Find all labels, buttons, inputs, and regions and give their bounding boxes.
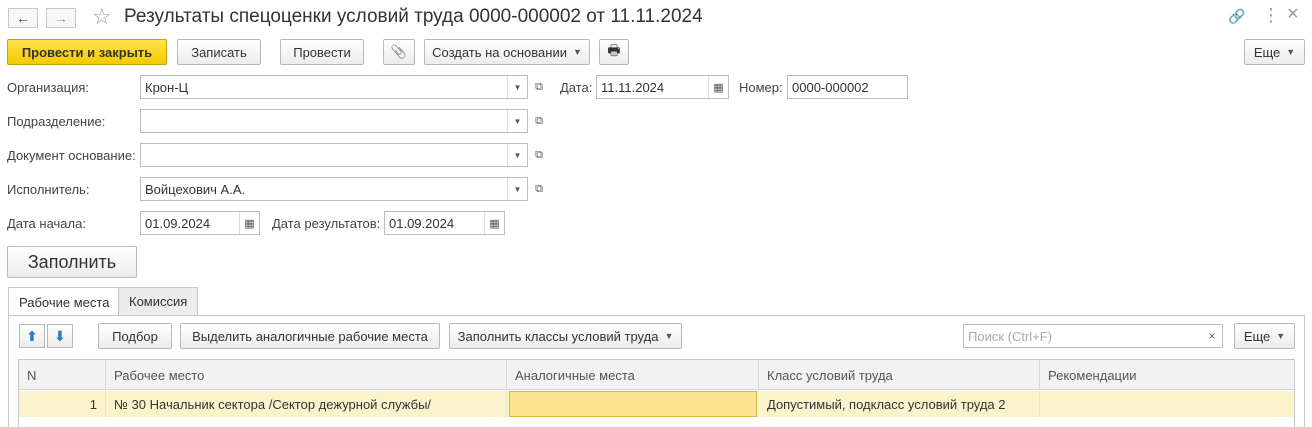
cell-similar[interactable] xyxy=(509,391,757,417)
create-based-on-label: Создать на основании xyxy=(432,44,567,60)
close-icon[interactable]: × xyxy=(1287,3,1299,26)
date-value: 11.11.2024 xyxy=(601,79,665,95)
open-division-icon[interactable]: ⧉ xyxy=(530,109,548,133)
page-title: Результаты спецоценки условий труда 0000… xyxy=(124,6,703,27)
highlight-similar-button[interactable]: Выделить аналогичные рабочие места xyxy=(180,323,440,349)
tab-workplaces[interactable]: Рабочие места xyxy=(8,287,121,316)
table-row[interactable]: 1 № 30 Начальник сектора /Сектор дежурно… xyxy=(19,391,1294,417)
division-label: Подразделение: xyxy=(7,114,106,129)
result-date-field[interactable]: 01.09.2024 ▦ xyxy=(384,211,505,235)
select-button[interactable]: Подбор xyxy=(98,323,172,349)
column-header-class[interactable]: Класс условий труда xyxy=(759,360,1040,390)
number-label: Номер: xyxy=(739,80,783,95)
cell-class[interactable]: Допустимый, подкласс условий труда 2 xyxy=(759,391,1040,417)
executor-label: Исполнитель: xyxy=(7,182,90,197)
fill-classes-button[interactable]: Заполнить классы условий труда ▼ xyxy=(449,323,682,349)
result-date-label: Дата результатов: xyxy=(272,216,381,231)
search-box[interactable]: × xyxy=(963,324,1223,348)
more-label: Еще xyxy=(1253,44,1281,60)
arrow-up-icon: ⬆ xyxy=(26,327,38,344)
paperclip-icon: 📎 xyxy=(390,44,408,59)
dropdown-icon[interactable]: ▼ xyxy=(507,110,527,132)
table-header: N Рабочее место Аналогичные места Класс … xyxy=(19,360,1294,390)
printer-icon: 🖶 xyxy=(607,42,621,58)
tab-commission[interactable]: Комиссия xyxy=(118,287,199,315)
result-date-value: 01.09.2024 xyxy=(389,215,455,231)
division-field[interactable]: ▼ xyxy=(140,109,528,133)
column-header-workplace[interactable]: Рабочее место xyxy=(106,360,507,390)
table-more-label: Еще xyxy=(1243,328,1271,344)
column-header-n[interactable]: N xyxy=(19,360,106,390)
chevron-down-icon: ▼ xyxy=(664,331,674,341)
arrow-down-icon: ⬇ xyxy=(54,327,66,344)
more-button[interactable]: Еще ▼ xyxy=(1244,39,1305,65)
organization-value: Крон-Ц xyxy=(145,79,189,95)
back-button[interactable]: ← xyxy=(8,8,38,28)
attach-button[interactable]: 📎 xyxy=(383,39,415,65)
number-field[interactable]: 0000-000002 xyxy=(787,75,908,99)
print-button[interactable]: 🖶 xyxy=(599,39,629,65)
create-based-on-button[interactable]: Создать на основании ▼ xyxy=(424,39,590,65)
base-document-field[interactable]: ▼ xyxy=(140,143,528,167)
forward-button[interactable]: → xyxy=(46,8,76,28)
start-date-value: 01.09.2024 xyxy=(145,215,211,231)
cell-recommendations[interactable] xyxy=(1040,391,1294,417)
fill-classes-label: Заполнить классы условий труда xyxy=(457,328,659,344)
link-icon[interactable]: 🔗 xyxy=(1228,8,1245,25)
column-header-recommendations[interactable]: Рекомендации xyxy=(1040,360,1296,390)
table-more-button[interactable]: Еще ▼ xyxy=(1234,323,1295,349)
dropdown-icon[interactable]: ▼ xyxy=(507,178,527,200)
organization-field[interactable]: Крон-Ц ▼ xyxy=(140,75,528,99)
open-base-document-icon[interactable]: ⧉ xyxy=(530,143,548,167)
open-organization-icon[interactable]: ⧉ xyxy=(530,75,548,99)
chevron-down-icon: ▼ xyxy=(1286,47,1296,57)
forward-arrow-icon: → xyxy=(54,10,68,26)
date-field[interactable]: 11.11.2024 ▦ xyxy=(596,75,729,99)
favorite-star-icon[interactable]: ☆ xyxy=(92,4,112,30)
dropdown-icon[interactable]: ▼ xyxy=(507,76,527,98)
post-and-close-button[interactable]: Провести и закрыть xyxy=(7,39,167,65)
base-document-label: Документ основание: xyxy=(7,148,136,163)
cell-n[interactable]: 1 xyxy=(19,391,106,417)
dropdown-icon[interactable]: ▼ xyxy=(507,144,527,166)
fill-button[interactable]: Заполнить xyxy=(7,246,137,278)
more-actions-icon[interactable]: ⋮ xyxy=(1262,5,1280,26)
clear-search-icon[interactable]: × xyxy=(1202,329,1222,343)
workplaces-table: N Рабочее место Аналогичные места Класс … xyxy=(18,359,1295,427)
chevron-down-icon: ▼ xyxy=(572,47,582,57)
start-date-field[interactable]: 01.09.2024 ▦ xyxy=(140,211,260,235)
number-value: 0000-000002 xyxy=(792,79,869,95)
calendar-icon[interactable]: ▦ xyxy=(708,76,728,98)
post-button[interactable]: Провести xyxy=(280,39,364,65)
calendar-icon[interactable]: ▦ xyxy=(484,212,504,234)
move-down-button[interactable]: ⬇ xyxy=(47,324,73,348)
date-label: Дата: xyxy=(560,80,593,95)
executor-field[interactable]: Войцехович А.А. ▼ xyxy=(140,177,528,201)
move-up-button[interactable]: ⬆ xyxy=(19,324,45,348)
cell-workplace[interactable]: № 30 Начальник сектора /Сектор дежурной … xyxy=(106,391,507,417)
chevron-down-icon: ▼ xyxy=(1276,331,1286,341)
start-date-label: Дата начала: xyxy=(7,216,86,231)
executor-value: Войцехович А.А. xyxy=(145,181,246,197)
save-button[interactable]: Записать xyxy=(177,39,261,65)
back-arrow-icon: ← xyxy=(16,10,30,26)
search-input[interactable] xyxy=(964,325,1202,347)
calendar-icon[interactable]: ▦ xyxy=(239,212,259,234)
open-executor-icon[interactable]: ⧉ xyxy=(530,177,548,201)
column-header-similar[interactable]: Аналогичные места xyxy=(507,360,759,390)
organization-label: Организация: xyxy=(7,80,90,95)
